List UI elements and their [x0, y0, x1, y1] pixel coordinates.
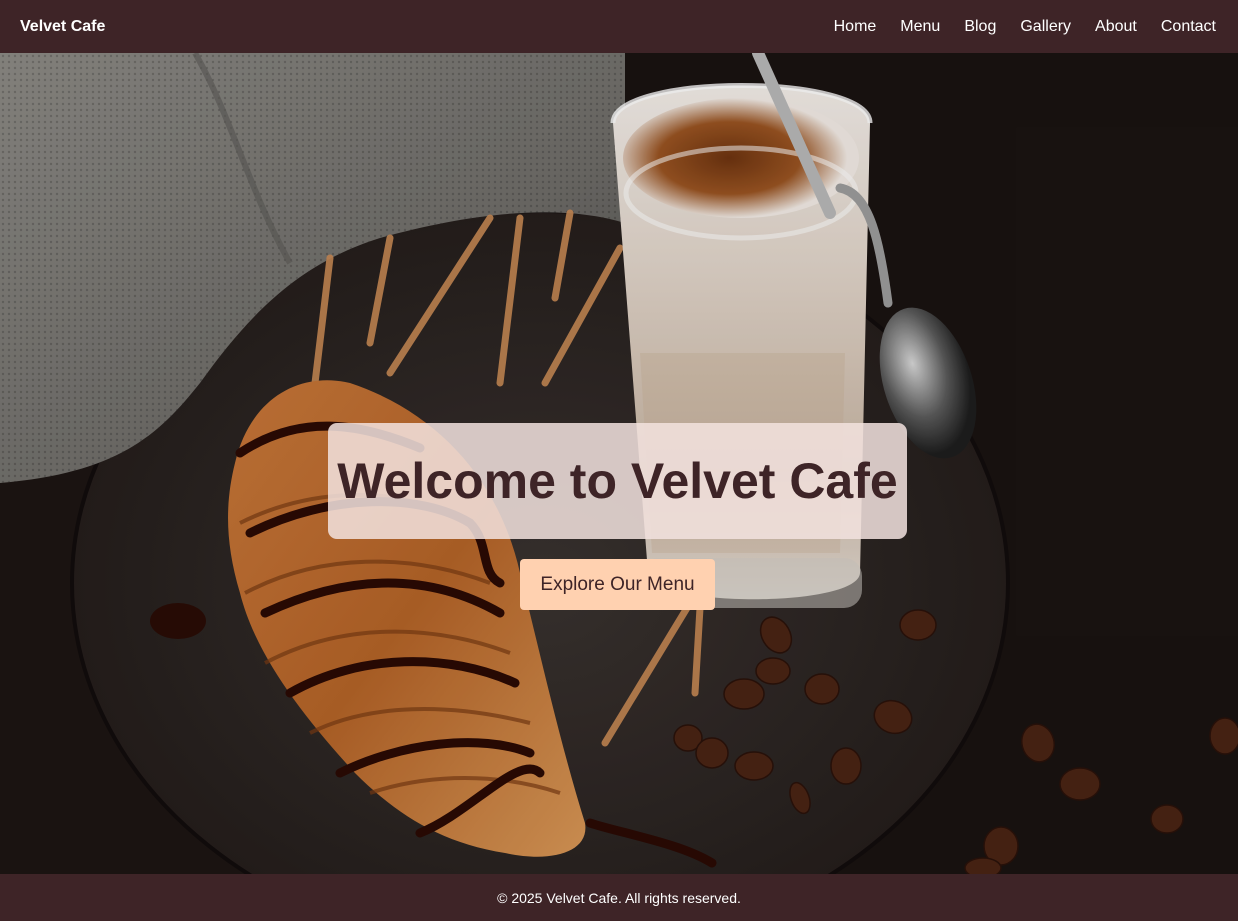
- nav-link-menu[interactable]: Menu: [900, 18, 940, 36]
- brand-logo-text[interactable]: Velvet Cafe: [20, 18, 105, 36]
- page-footer: © 2025 Velvet Cafe. All rights reserved.: [0, 874, 1238, 921]
- nav-link-home[interactable]: Home: [834, 18, 877, 36]
- nav-link-contact[interactable]: Contact: [1161, 18, 1216, 36]
- top-navbar: Velvet Cafe Home Menu Blog Gallery About…: [0, 0, 1238, 53]
- hero-section: Welcome to Velvet Cafe Explore Our Menu: [0, 53, 1238, 874]
- nav-link-gallery[interactable]: Gallery: [1020, 18, 1071, 36]
- nav-link-about[interactable]: About: [1095, 18, 1137, 36]
- hero-title-box: Welcome to Velvet Cafe: [328, 423, 907, 539]
- explore-menu-button[interactable]: Explore Our Menu: [520, 559, 715, 610]
- nav-link-blog[interactable]: Blog: [964, 18, 996, 36]
- nav-links: Home Menu Blog Gallery About Contact: [810, 18, 1216, 36]
- hero-title: Welcome to Velvet Cafe: [337, 453, 898, 509]
- footer-copyright: © 2025 Velvet Cafe. All rights reserved.: [497, 889, 741, 906]
